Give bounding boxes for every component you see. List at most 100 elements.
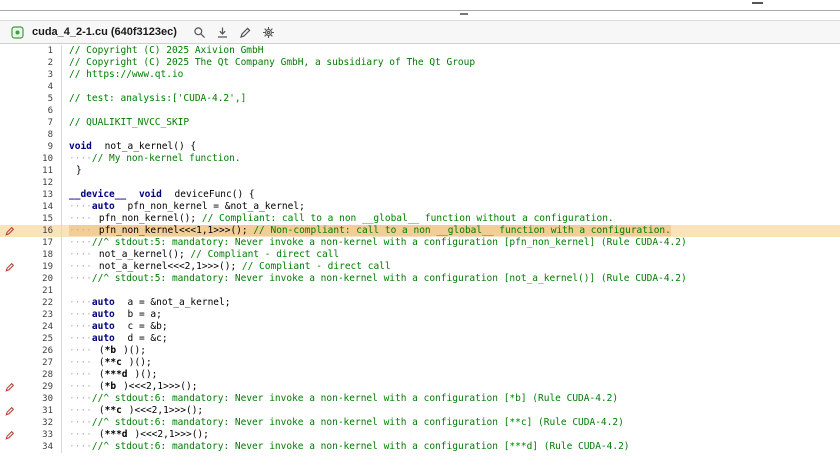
code-line[interactable]: 2// Copyright (C) 2025 The Qt Company Gm… (0, 57, 840, 69)
edit-marker-icon[interactable] (0, 381, 20, 393)
code-area[interactable]: 1// Copyright (C) 2025 Axivion GmbH2// C… (0, 45, 840, 453)
code-line[interactable]: 24····auto c = &b; (0, 321, 840, 333)
code-line[interactable]: 33····(***d)<<<2,1>>>(); (0, 429, 840, 441)
marker-spacer (0, 345, 20, 357)
code-line[interactable]: 30····//^ stdout:6: mandatory: Never inv… (0, 393, 840, 405)
code-text: // Copyright (C) 2025 Axivion GmbH (62, 45, 263, 57)
gear-icon[interactable] (261, 24, 277, 40)
line-number[interactable]: 9 (20, 141, 62, 153)
code-line[interactable]: 34····//^ stdout:6: mandatory: Never inv… (0, 441, 840, 453)
code-line[interactable]: 11} (0, 165, 840, 177)
line-number[interactable]: 23 (20, 309, 62, 321)
line-number[interactable]: 20 (20, 273, 62, 285)
line-number[interactable]: 27 (20, 357, 62, 369)
code-line[interactable]: 13__device__ void deviceFunc() { (0, 189, 840, 201)
line-number[interactable]: 31 (20, 405, 62, 417)
marker-spacer (0, 129, 20, 141)
line-number[interactable]: 15 (20, 213, 62, 225)
code-line[interactable]: 9void not_a_kernel() { (0, 141, 840, 153)
code-text: ····// My non-kernel function. (62, 153, 241, 165)
code-line[interactable]: 22····auto a = &not_a_kernel; (0, 297, 840, 309)
edit-icon[interactable] (238, 24, 254, 40)
search-icon[interactable] (192, 24, 208, 40)
line-number[interactable]: 28 (20, 369, 62, 381)
code-line[interactable]: 16····pfn_non_kernel<<<1,1>>>(); // Non-… (0, 225, 840, 237)
line-number[interactable]: 7 (20, 117, 62, 129)
code-text: ····(*b)<<<2,1>>>(); (62, 381, 197, 393)
edit-marker-icon[interactable] (0, 405, 20, 417)
line-number[interactable]: 16 (20, 225, 62, 237)
code-line[interactable]: 8 (0, 129, 840, 141)
window-minimize-dash (752, 2, 763, 4)
code-line[interactable]: 14····auto pfn_non_kernel = &not_a_kerne… (0, 201, 840, 213)
line-number[interactable]: 11 (20, 165, 62, 177)
editor-header: cuda_4_2-1.cu (640f3123ec) (0, 20, 840, 44)
line-number[interactable]: 29 (20, 381, 62, 393)
code-line[interactable]: 15····pfn_non_kernel(); // Compliant: ca… (0, 213, 840, 225)
edit-marker-icon[interactable] (0, 225, 20, 237)
line-number[interactable]: 30 (20, 393, 62, 405)
code-line[interactable]: 20····//^ stdout:5: mandatory: Never inv… (0, 273, 840, 285)
code-line[interactable]: 4 (0, 81, 840, 93)
code-text: } (62, 165, 82, 177)
code-text: ····//^ stdout:6: mandatory: Never invok… (62, 393, 618, 405)
code-line[interactable]: 19····not_a_kernel<<<2,1>>>(); // Compli… (0, 261, 840, 273)
code-line[interactable]: 27····(**c)(); (0, 357, 840, 369)
code-line[interactable]: 10····// My non-kernel function. (0, 153, 840, 165)
marker-spacer (0, 309, 20, 321)
line-number[interactable]: 32 (20, 417, 62, 429)
line-number[interactable]: 14 (20, 201, 62, 213)
code-line[interactable]: 17····//^ stdout:5: mandatory: Never inv… (0, 237, 840, 249)
line-number[interactable]: 26 (20, 345, 62, 357)
line-number[interactable]: 10 (20, 153, 62, 165)
line-number[interactable]: 1 (20, 45, 62, 57)
code-line[interactable]: 31····(**c)<<<2,1>>>(); (0, 405, 840, 417)
code-line[interactable]: 6 (0, 105, 840, 117)
code-line[interactable]: 1// Copyright (C) 2025 Axivion GmbH (0, 45, 840, 57)
marker-spacer (0, 213, 20, 225)
code-line[interactable]: 32····//^ stdout:6: mandatory: Never inv… (0, 417, 840, 429)
line-number[interactable]: 13 (20, 189, 62, 201)
artifact-dash (460, 13, 468, 15)
marker-spacer (0, 57, 20, 69)
marker-spacer (0, 417, 20, 429)
file-title: cuda_4_2-1.cu (640f3123ec) (32, 26, 177, 38)
line-number[interactable]: 8 (20, 129, 62, 141)
line-number[interactable]: 3 (20, 69, 62, 81)
line-number[interactable]: 21 (20, 285, 62, 297)
code-text (62, 129, 69, 141)
code-line[interactable]: 3// https://www.qt.io (0, 69, 840, 81)
line-number[interactable]: 18 (20, 249, 62, 261)
code-line[interactable]: 21 (0, 285, 840, 297)
code-line[interactable]: 28····(***d)(); (0, 369, 840, 381)
edit-marker-icon[interactable] (0, 261, 20, 273)
code-line[interactable]: 7// QUALIKIT_NVCC_SKIP (0, 117, 840, 129)
line-number[interactable]: 33 (20, 429, 62, 441)
line-number[interactable]: 19 (20, 261, 62, 273)
line-number[interactable]: 12 (20, 177, 62, 189)
line-number[interactable]: 34 (20, 441, 62, 453)
code-text: ····auto a = &not_a_kernel; (62, 297, 230, 309)
marker-spacer (0, 273, 20, 285)
line-number[interactable]: 6 (20, 105, 62, 117)
code-line[interactable]: 29····(*b)<<<2,1>>>(); (0, 381, 840, 393)
code-text: // test: analysis:['CUDA-4.2',] (62, 93, 246, 105)
download-icon[interactable] (215, 24, 231, 40)
code-line[interactable]: 25····auto d = &c; (0, 333, 840, 345)
code-line[interactable]: 18····not_a_kernel(); // Compliant - dir… (0, 249, 840, 261)
code-line[interactable]: 12 (0, 177, 840, 189)
line-number[interactable]: 25 (20, 333, 62, 345)
code-text (62, 177, 69, 189)
line-number[interactable]: 24 (20, 321, 62, 333)
code-text: void not_a_kernel() { (62, 141, 196, 153)
code-line[interactable]: 5// test: analysis:['CUDA-4.2',] (0, 93, 840, 105)
line-number[interactable]: 17 (20, 237, 62, 249)
line-number[interactable]: 4 (20, 81, 62, 93)
edit-marker-icon[interactable] (0, 429, 20, 441)
line-number[interactable]: 2 (20, 57, 62, 69)
line-number[interactable]: 5 (20, 93, 62, 105)
code-line[interactable]: 23····auto b = a; (0, 309, 840, 321)
line-number[interactable]: 22 (20, 297, 62, 309)
marker-spacer (0, 105, 20, 117)
code-line[interactable]: 26····(*b)(); (0, 345, 840, 357)
